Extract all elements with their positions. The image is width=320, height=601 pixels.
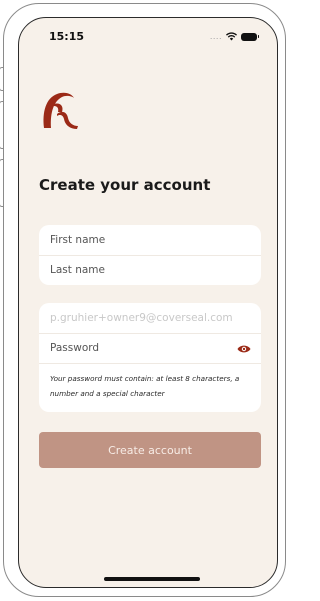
app-screen: 15:15 .... Create your account First nam…: [18, 17, 278, 588]
status-bar: 15:15 ....: [19, 30, 277, 46]
brand-logo: [43, 92, 78, 129]
credential-fields-card: p.gruhier+owner9@coverseal.com Password …: [39, 303, 261, 412]
wifi-icon: [226, 32, 237, 41]
signal-icon: ....: [209, 32, 222, 41]
status-icons: ....: [209, 32, 259, 41]
first-name-field[interactable]: First name: [50, 234, 250, 246]
password-field[interactable]: Password: [50, 342, 250, 354]
page-title: Create your account: [39, 176, 211, 194]
name-fields-card: First name Last name: [39, 225, 261, 285]
status-time: 15:15: [49, 30, 85, 43]
volume-down-button: [0, 159, 3, 207]
create-account-button[interactable]: Create account: [39, 432, 261, 468]
password-hint: Your password must contain: at least 8 c…: [50, 374, 240, 398]
field-divider: [39, 333, 261, 334]
mute-switch: [0, 67, 3, 91]
field-divider: [39, 255, 261, 256]
eye-icon[interactable]: [237, 344, 251, 354]
home-indicator: [104, 577, 200, 581]
last-name-field[interactable]: Last name: [50, 264, 250, 276]
volume-up-button: [0, 101, 3, 149]
battery-icon: [241, 32, 259, 41]
field-divider: [39, 363, 261, 364]
email-field[interactable]: p.gruhier+owner9@coverseal.com: [50, 312, 250, 324]
